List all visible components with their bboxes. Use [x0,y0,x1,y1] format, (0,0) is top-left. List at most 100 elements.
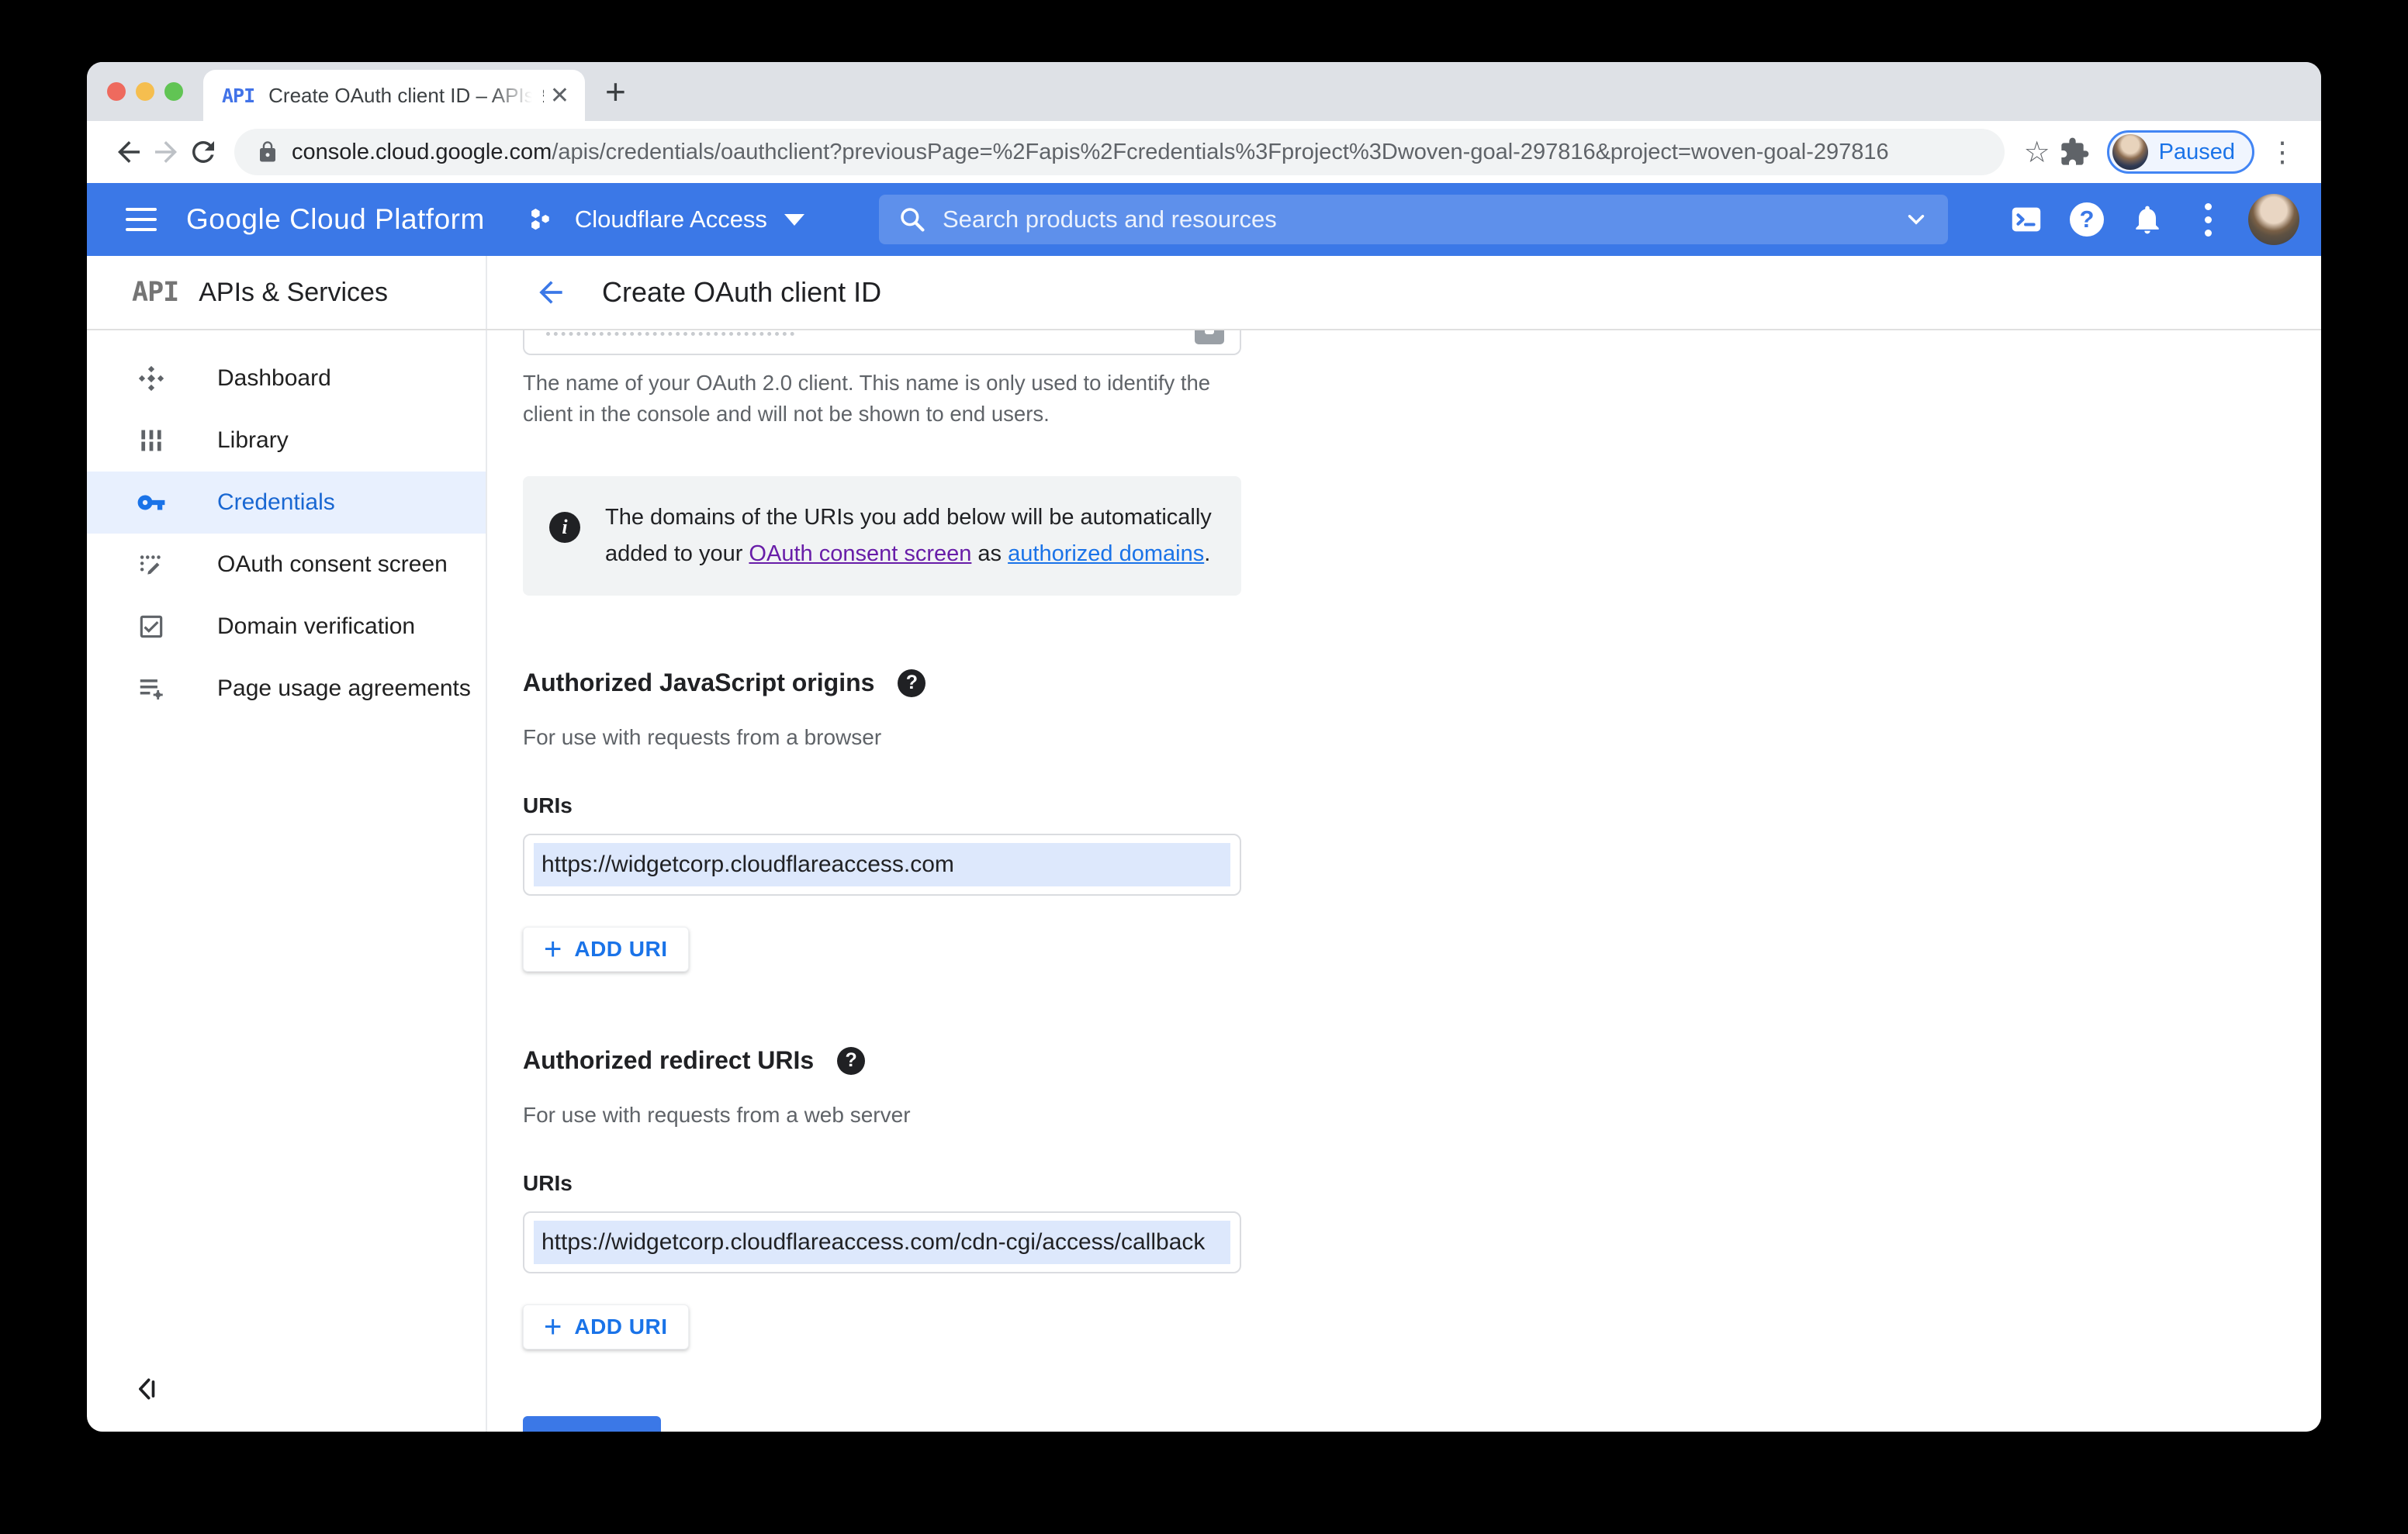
help-icon[interactable]: ? [2062,195,2112,244]
redirect-uris-uris-label: URIs [523,1171,573,1195]
browser-avatar [2112,134,2148,170]
product-name: APIs & Services [199,277,388,307]
js-origin-uri-value: https://widgetcorp.cloudflareaccess.com [534,843,1230,886]
sidebar-item-dashboard[interactable]: Dashboard [87,347,486,409]
project-hexagons-icon [531,209,549,230]
product-header: API APIs & Services [87,256,487,329]
zoom-window-button[interactable] [164,82,183,101]
tab-favicon-api-icon: API [222,84,255,107]
consent-screen-icon [137,550,166,579]
redirect-uris-subtitle: For use with requests from a web server [523,1103,911,1127]
sidebar-item-label: Domain verification [217,613,416,639]
oauth-consent-screen-link[interactable]: OAuth consent screen [749,541,971,566]
js-origins-help-icon[interactable]: ? [898,669,926,697]
sidebar-item-library[interactable]: Library [87,409,486,472]
dashboard-icon [137,364,166,393]
address-bar[interactable]: console.cloud.google.com/apis/credential… [234,129,2005,175]
sidebar-item-oauth-consent-screen[interactable]: OAuth consent screen [87,534,486,596]
browser-menu-icon[interactable]: ⋮ [2268,136,2296,168]
redirect-uris-add-uri-button[interactable]: + ADD URI [523,1304,689,1349]
create-button[interactable]: CREATE [523,1416,661,1432]
gcp-search-bar[interactable] [878,195,1948,244]
plus-icon: + [544,932,562,966]
lock-icon [260,141,275,162]
sidebar-item-label: OAuth consent screen [217,551,448,577]
cloud-shell-icon[interactable] [2001,195,2051,244]
page-usage-icon [137,674,166,703]
forward-icon[interactable] [147,133,185,171]
js-origins-subtitle: For use with requests from a browser [523,725,882,749]
authorized-domains-link[interactable]: authorized domains [1008,541,1204,566]
browser-window: API Create OAuth client ID – APIs & ✕ + … [87,62,2321,1432]
tab-close-icon[interactable]: ✕ [550,82,569,109]
browser-tab[interactable]: API Create OAuth client ID – APIs & ✕ [203,70,585,121]
notifications-bell-icon[interactable] [2123,195,2172,244]
back-arrow-icon[interactable] [534,275,568,309]
close-window-button[interactable] [107,82,126,101]
tab-strip: API Create OAuth client ID – APIs & ✕ + [87,62,2321,121]
gcp-header-actions: ? [2001,194,2299,245]
field-adornment-icon [1195,330,1224,344]
tab-title-fade [489,70,543,121]
info-banner-text: The domains of the URIs you add below wi… [605,499,1215,572]
paused-label: Paused [2158,139,2235,164]
key-icon [137,488,166,517]
truncated-text-remnant [546,332,794,336]
client-name-helper-text: The name of your OAuth 2.0 client. This … [523,371,1211,426]
url-text: console.cloud.google.com/apis/credential… [292,140,1889,165]
info-icon: i [549,512,580,543]
collapse-sidebar-icon[interactable] [132,1373,486,1408]
js-origins-title: Authorized JavaScript origins [523,669,875,696]
minimize-window-button[interactable] [136,82,154,101]
info-text-middle: as [971,541,1009,566]
url-path: /apis/credentials/oauthclient?previousPa… [552,139,1889,164]
api-logo-icon: API [132,277,179,308]
url-host: console.cloud.google.com [292,139,552,164]
redirect-uri-value: https://widgetcorp.cloudflareaccess.com/… [534,1221,1230,1264]
new-tab-button[interactable]: + [605,68,626,115]
library-icon [137,426,166,455]
form-actions: CREATE CANCEL [523,1416,2321,1432]
window-controls [107,62,183,121]
js-origins-header: Authorized JavaScript origins ? [523,669,2321,697]
more-options-icon[interactable] [2183,195,2233,244]
redirect-uris-help-icon[interactable]: ? [837,1046,866,1075]
search-expand-chevron-icon[interactable] [1903,206,1929,233]
back-icon[interactable] [110,133,147,171]
cancel-button[interactable]: CANCEL [698,1428,792,1432]
js-origins-add-uri-button[interactable]: + ADD URI [523,927,689,972]
sidebar-item-label: Page usage agreements [217,675,471,701]
sidebar-item-domain-verification[interactable]: Domain verification [87,596,486,658]
extensions-puzzle-icon[interactable] [2056,133,2093,171]
sidebar-item-label: Credentials [217,489,335,515]
js-origin-uri-input[interactable]: https://widgetcorp.cloudflareaccess.com [523,834,1241,896]
reload-icon[interactable] [185,133,222,171]
js-origins-uris-label: URIs [523,793,573,817]
page-header: Create OAuth client ID [487,256,881,329]
account-avatar[interactable] [2248,194,2299,245]
chevron-down-icon [784,213,804,226]
redirect-uri-input[interactable]: https://widgetcorp.cloudflareaccess.com/… [523,1211,1241,1273]
info-text-end: . [1204,541,1211,566]
main-content: The name of your OAuth 2.0 client. This … [487,330,2321,1432]
search-input[interactable] [942,206,1903,233]
sidebar-item-label: Library [217,427,289,453]
project-selector[interactable]: Cloudflare Access [527,203,804,236]
hamburger-menu-icon[interactable] [126,208,157,231]
redirect-uris-header: Authorized redirect URIs ? [523,1046,2321,1075]
gcp-logo[interactable]: Google Cloud Platform [186,203,485,236]
plus-icon: + [544,1310,562,1344]
sidebar-item-page-usage-agreements[interactable]: Page usage agreements [87,658,486,720]
client-name-input-truncated[interactable] [523,330,1241,355]
add-uri-label: ADD URI [574,937,668,961]
info-banner: i The domains of the URIs you add below … [523,476,1241,596]
page-title: Create OAuth client ID [602,276,882,308]
domain-verification-icon [137,612,166,641]
profile-paused-badge[interactable]: Paused [2106,130,2254,174]
gcp-header: Google Cloud Platform Cloudflare Access [87,183,2321,256]
sidebar-item-label: Dashboard [217,365,331,391]
app-bar: API APIs & Services Create OAuth client … [87,256,2321,330]
sidebar-item-credentials[interactable]: Credentials [87,472,486,534]
redirect-uris-title: Authorized redirect URIs [523,1046,815,1074]
bookmark-star-icon[interactable]: ☆ [2019,133,2056,171]
